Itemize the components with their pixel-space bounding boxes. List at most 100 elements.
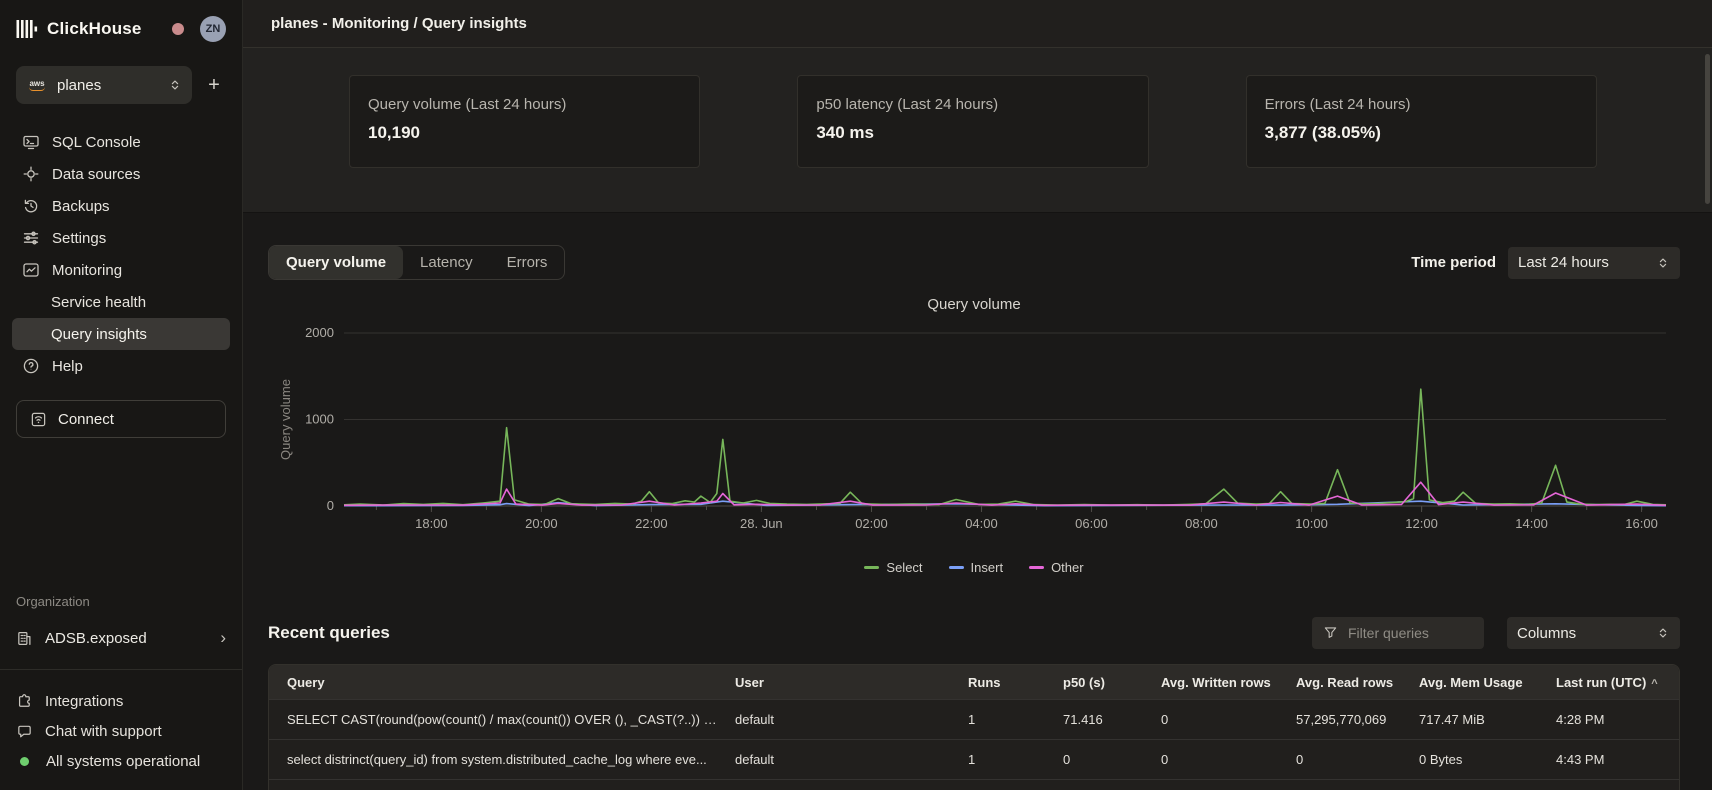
sidebar-nav: SQL Console Data sources Backups Setting… bbox=[0, 126, 242, 382]
organization-name: ADSB.exposed bbox=[45, 630, 147, 647]
clickhouse-logo-icon bbox=[16, 19, 38, 39]
legend-item-select[interactable]: Select bbox=[864, 560, 922, 575]
table-row[interactable]: show create table system.distributed_cac… bbox=[269, 779, 1679, 790]
legend-label: Insert bbox=[971, 560, 1004, 575]
cell-last-run: 4:28 PM bbox=[1556, 712, 1679, 727]
stats-band: Query volume (Last 24 hours) 10,190 p50 … bbox=[243, 48, 1712, 213]
system-status-item[interactable]: All systems operational bbox=[0, 746, 242, 776]
svg-text:08:00: 08:00 bbox=[1185, 516, 1218, 531]
cell-p50: 0 bbox=[1063, 752, 1161, 767]
filter-queries-wrap bbox=[1312, 617, 1484, 649]
scrollbar-thumb[interactable] bbox=[1705, 54, 1710, 204]
sidebar-item-query-insights[interactable]: Query insights bbox=[12, 318, 230, 350]
stat-card-errors: Errors (Last 24 hours) 3,877 (38.05%) bbox=[1246, 75, 1597, 168]
cell-read: 0 bbox=[1296, 752, 1419, 767]
cell-runs: 1 bbox=[968, 712, 1063, 727]
col-avg-written-rows[interactable]: Avg. Written rows bbox=[1161, 675, 1296, 690]
sidebar-item-label: Help bbox=[52, 358, 83, 375]
chart-tabs: Query volume Latency Errors bbox=[268, 245, 565, 280]
sidebar-item-settings[interactable]: Settings bbox=[12, 222, 230, 254]
topbar: planes - Monitoring / Query insights bbox=[243, 0, 1712, 48]
notification-dot[interactable] bbox=[172, 23, 184, 35]
connect-button[interactable]: Connect bbox=[16, 400, 226, 438]
sidebar-item-data-sources[interactable]: Data sources bbox=[12, 158, 230, 190]
sidebar-item-monitoring[interactable]: Monitoring bbox=[12, 254, 230, 286]
svg-text:12:00: 12:00 bbox=[1405, 516, 1438, 531]
svg-text:20:00: 20:00 bbox=[525, 516, 558, 531]
columns-label: Columns bbox=[1517, 625, 1656, 642]
sidebar-item-label: SQL Console bbox=[52, 134, 141, 151]
organization-icon bbox=[16, 630, 33, 647]
columns-select[interactable]: Columns bbox=[1507, 617, 1680, 649]
chevron-updown-icon bbox=[1656, 626, 1670, 640]
time-period-value: Last 24 hours bbox=[1518, 254, 1656, 271]
svg-text:Query volume: Query volume bbox=[278, 379, 293, 460]
cell-mem: 717.47 MiB bbox=[1419, 712, 1556, 727]
main-area: planes - Monitoring / Query insights Que… bbox=[243, 0, 1712, 790]
sidebar: ClickHouse ZN aws planes + SQL Conso bbox=[0, 0, 243, 790]
connect-icon bbox=[30, 411, 47, 428]
legend-swatch-insert bbox=[949, 566, 964, 569]
stat-label: p50 latency (Last 24 hours) bbox=[816, 96, 1129, 113]
tabs-row: Query volume Latency Errors Time period … bbox=[268, 245, 1680, 280]
svg-text:14:00: 14:00 bbox=[1515, 516, 1548, 531]
recent-queries-table: Query User Runs p50 (s) Avg. Written row… bbox=[268, 664, 1680, 790]
sidebar-item-label: Data sources bbox=[52, 166, 140, 183]
table-row[interactable]: SELECT CAST(round(pow(count() / max(coun… bbox=[269, 699, 1679, 739]
app: ClickHouse ZN aws planes + SQL Conso bbox=[0, 0, 1712, 790]
organization-item[interactable]: ADSB.exposed › bbox=[0, 621, 242, 655]
tab-errors[interactable]: Errors bbox=[490, 246, 565, 279]
stat-card-query-volume: Query volume (Last 24 hours) 10,190 bbox=[349, 75, 700, 168]
sidebar-item-backups[interactable]: Backups bbox=[12, 190, 230, 222]
chart-block: Query volume 010002000Query volume18:002… bbox=[268, 296, 1680, 575]
col-user[interactable]: User bbox=[735, 675, 968, 690]
svg-text:2000: 2000 bbox=[305, 325, 334, 340]
table-row[interactable]: select distrinct(query_id) from system.d… bbox=[269, 739, 1679, 779]
col-avg-read-rows[interactable]: Avg. Read rows bbox=[1296, 675, 1419, 690]
legend-item-other[interactable]: Other bbox=[1029, 560, 1084, 575]
legend-item-insert[interactable]: Insert bbox=[949, 560, 1004, 575]
stat-value: 340 ms bbox=[816, 123, 1129, 143]
col-p50[interactable]: p50 (s) bbox=[1063, 675, 1161, 690]
sidebar-item-help[interactable]: Help bbox=[12, 350, 230, 382]
col-query[interactable]: Query bbox=[287, 675, 735, 690]
aws-icon: aws bbox=[26, 78, 48, 93]
time-period-select[interactable]: Last 24 hours bbox=[1508, 247, 1680, 279]
stat-value: 10,190 bbox=[368, 123, 681, 143]
svg-text:02:00: 02:00 bbox=[855, 516, 888, 531]
sidebar-item-label: Settings bbox=[52, 230, 106, 247]
add-service-button[interactable]: + bbox=[202, 73, 226, 97]
service-select[interactable]: aws planes bbox=[16, 66, 192, 104]
tab-query-volume[interactable]: Query volume bbox=[269, 246, 403, 279]
svg-text:18:00: 18:00 bbox=[415, 516, 448, 531]
col-avg-mem-usage[interactable]: Avg. Mem Usage bbox=[1419, 675, 1556, 690]
svg-text:1000: 1000 bbox=[305, 412, 334, 427]
integrations-icon bbox=[16, 693, 33, 710]
cell-written: 0 bbox=[1161, 712, 1296, 727]
col-last-run[interactable]: Last run (UTC)^ bbox=[1556, 675, 1679, 690]
sidebar-item-integrations[interactable]: Integrations bbox=[0, 686, 242, 716]
chevron-updown-icon bbox=[1656, 256, 1670, 270]
query-volume-chart: 010002000Query volume18:0020:0022:0028. … bbox=[268, 317, 1680, 550]
cell-read: 57,295,770,069 bbox=[1296, 712, 1419, 727]
svg-text:28. Jun: 28. Jun bbox=[740, 516, 783, 531]
avatar[interactable]: ZN bbox=[200, 16, 226, 42]
service-name: planes bbox=[57, 77, 159, 94]
help-icon bbox=[22, 357, 40, 375]
recent-queries-title: Recent queries bbox=[268, 623, 390, 643]
legend-swatch-select bbox=[864, 566, 879, 569]
connect-label: Connect bbox=[58, 411, 114, 428]
brand-title: ClickHouse bbox=[47, 19, 142, 39]
chevron-right-icon: › bbox=[220, 628, 226, 648]
svg-text:04:00: 04:00 bbox=[965, 516, 998, 531]
sidebar-item-sql-console[interactable]: SQL Console bbox=[12, 126, 230, 158]
sidebar-item-chat-support[interactable]: Chat with support bbox=[0, 716, 242, 746]
recent-queries-header: Recent queries Columns bbox=[268, 617, 1680, 649]
time-period-control: Time period Last 24 hours bbox=[1411, 247, 1680, 279]
settings-icon bbox=[22, 229, 40, 247]
sidebar-item-service-health[interactable]: Service health bbox=[12, 286, 230, 318]
col-runs[interactable]: Runs bbox=[968, 675, 1063, 690]
chart-title: Query volume bbox=[268, 296, 1680, 313]
sidebar-item-label: Backups bbox=[52, 198, 110, 215]
tab-latency[interactable]: Latency bbox=[403, 246, 490, 279]
